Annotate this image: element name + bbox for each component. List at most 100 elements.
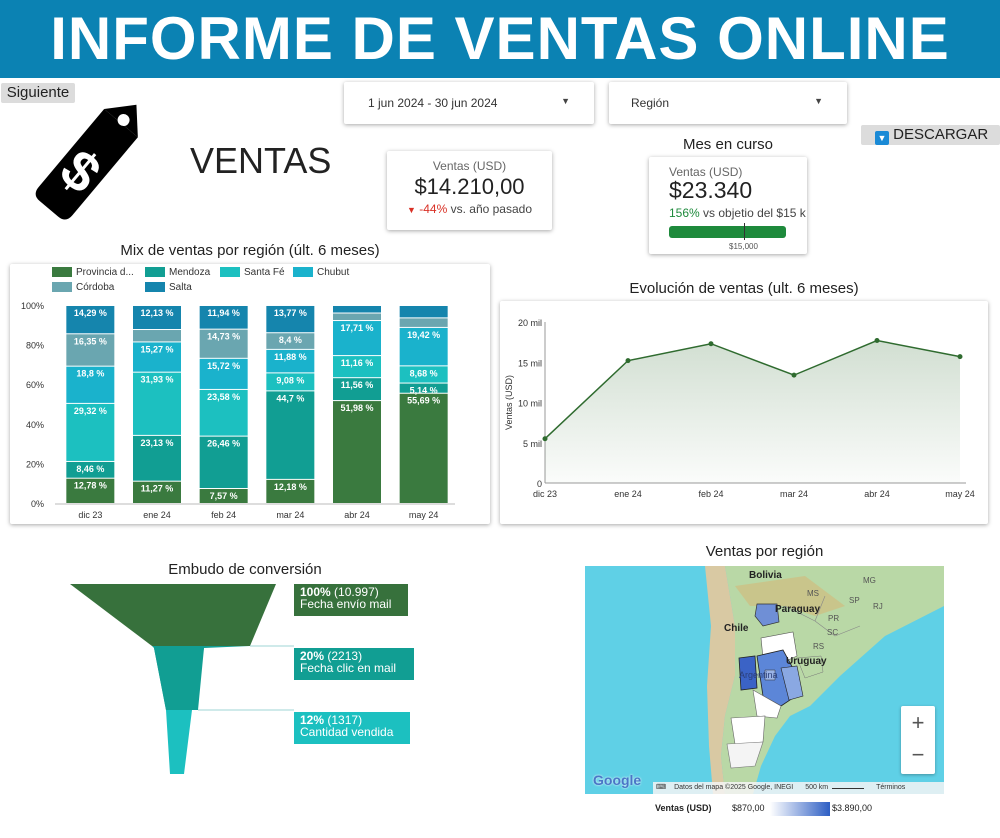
stacked-bar-chart: 0% 20% 40% 60% 80% 100% 12,78 % 8,46 % 29,32 % 18… [21,301,455,520]
data-label: 44,7 % [276,393,304,403]
map-label: SC [827,628,839,637]
map-canvas [705,566,944,794]
scale-bar [832,784,865,789]
data-point [874,338,880,344]
y-tick-label: 5 mil [523,439,542,449]
download-button[interactable]: ▼ DESCARGAR [861,125,1000,145]
region-map[interactable]: Bolivia Paraguay Chile Uruguay Argentina… [585,566,944,794]
x-tick-label: ene 24 [614,489,642,499]
data-label: 9,08 % [276,375,304,385]
download-icon: ▼ [875,131,889,145]
y-tick-label: 0% [31,499,44,509]
current-month-pct-value: 156% [669,206,700,220]
data-label: 16,35 % [74,336,107,346]
x-tick-label: dic 23 [78,510,102,520]
kpi-label: Ventas (USD) [432,159,507,173]
bar-segment [333,313,381,321]
brand-title: VENTAS [190,140,332,181]
data-label: 31,93 % [140,375,173,385]
y-tick-label: 60% [26,380,44,390]
current-month-card: Ventas (USD) $23.340 156% vs objetio del… [649,157,807,254]
x-tick-label: dic 23 [533,489,557,499]
map-legend-label: Ventas (USD) [655,803,712,813]
y-tick-label: 100% [21,301,44,311]
y-tick-label: 10 mil [518,399,542,409]
area-fill [545,340,960,483]
map-title: Ventas por región [705,543,824,560]
download-label: DESCARGAR [893,126,989,143]
current-month-pct: 156% vs objetio del $15 k [669,206,806,220]
zoom-in-button[interactable]: + [901,706,935,740]
kpi-delta: ▼ -44% vs. año pasado [387,202,552,216]
chevron-down-icon: ▼ [561,96,570,106]
target-label: $15,000 [729,242,758,251]
zoom-out-button[interactable]: − [901,740,935,774]
data-label: 12,78 % [74,481,107,491]
funnel-label: Fecha clic en mail [300,661,397,675]
progress-bar [669,226,786,238]
map-terms-link[interactable]: Términos [876,784,905,791]
evolution-title: Evolución de ventas (ult. 6 meses) [629,280,859,297]
date-range-filter[interactable]: 1 jun 2024 - 30 jun 2024 ▼ [344,82,594,124]
current-month-value: $23.340 [669,177,753,203]
map-label: Uruguay [786,656,827,667]
data-label: 15,72 % [207,361,240,371]
data-label: 11,88 % [274,352,307,362]
data-label: 11,16 % [341,358,374,368]
bar-segment [399,306,448,318]
map-label: Argentina [739,670,778,680]
x-tick-label: may 24 [409,510,439,520]
map-label: Paraguay [775,604,821,615]
data-label: 51,98 % [340,403,373,413]
map-label: Chile [724,623,749,634]
funnel-step-3: 12% (1317) Cantidad vendida [294,712,410,744]
data-label: 17,71 % [340,323,373,333]
date-range-value: 1 jun 2024 - 30 jun 2024 [368,96,498,110]
map-label: RJ [873,602,883,611]
x-tick-label: mar 24 [276,510,304,520]
data-label: 11,94 % [207,308,240,318]
data-label: 14,73 % [207,332,240,342]
data-point [542,436,548,442]
x-tick-label: abr 24 [864,489,890,499]
price-tag-dollar-icon: $ [35,104,138,220]
page-title: INFORME DE VENTAS ONLINE [0,0,1000,78]
funnel-label: Fecha envío mail [300,597,392,611]
x-tick-label: ene 24 [143,510,171,520]
bar-segment [333,401,381,503]
map-label: PR [828,614,840,623]
data-point [957,354,963,360]
data-label: 12,13 % [140,308,173,318]
region-filter-label: Región [631,96,670,110]
region-filter[interactable]: Región ▼ [609,82,847,124]
y-tick-label: 80% [26,341,44,351]
funnel-step-1-shape [70,584,276,646]
region-mix-title: Mix de ventas por región (últ. 6 meses) [120,242,380,259]
funnel-label: Cantidad vendida [300,725,394,739]
kpi-sales-card: Ventas (USD) $14.210,00 ▼ -44% vs. año p… [387,151,552,230]
zoom-controls: + − [901,706,935,774]
map-label: Bolivia [749,570,782,581]
funnel-step-1: 100% (10.997) Fecha envío mail [294,584,408,616]
data-label: 7,57 % [210,491,238,501]
map-legend-gradient [770,802,830,816]
y-tick-label: 15 mil [518,358,542,368]
keyboard-icon[interactable]: ⌨ [656,784,666,791]
y-tick-label: 0 [537,479,542,489]
region-mix-card: Provincia d... Mendoza Santa Fé Chubut C… [10,264,490,524]
bar-segment [399,393,448,503]
funnel-step-3-shape [166,710,192,774]
current-month-pct-suffix: vs objetio del $15 k [703,206,806,220]
data-label: 15,27 % [140,344,173,354]
map-attribution: Datos del mapa ©2025 Google, INEGI [674,784,794,791]
data-label: 12,18 % [274,482,307,492]
data-label: 8,68 % [410,368,438,378]
evolution-card: 0 5 mil 10 mil 15 mil 20 mil Ventas (USD) dic … [500,301,988,524]
data-label: 11,56 % [341,380,374,390]
data-label: 19,42 % [407,330,440,340]
data-label: 23,13 % [140,438,173,448]
data-label: 23,58 % [207,392,240,402]
map-label: MG [863,576,876,585]
bar-segment [333,306,381,313]
data-label: 5,14 % [410,386,438,396]
